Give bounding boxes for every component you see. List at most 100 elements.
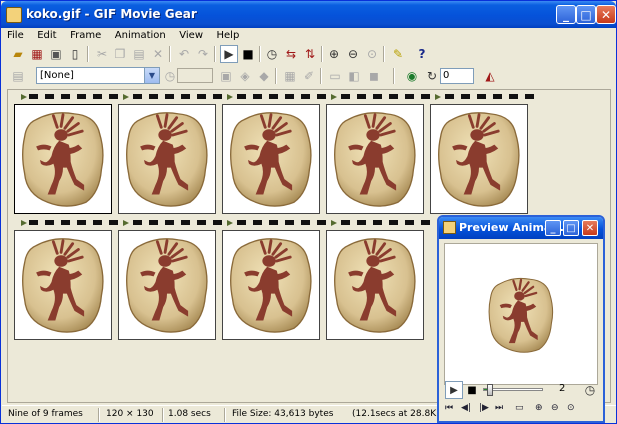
- kokopelli-image: [334, 238, 416, 333]
- preview-image: [444, 243, 598, 385]
- frame-thumbnail-4[interactable]: [326, 104, 424, 214]
- preview-stop-icon[interactable]: ■: [463, 381, 481, 399]
- frame-thumbnail-3[interactable]: [222, 104, 320, 214]
- palette-red-icon[interactable]: ◭: [481, 67, 499, 85]
- zoom-out-icon[interactable]: ⊖: [344, 45, 362, 63]
- kokopelli-image: [126, 112, 208, 207]
- frame-icon[interactable]: ▭: [326, 67, 344, 85]
- minimize-button[interactable]: _: [556, 5, 576, 24]
- preview-frame-number: 2: [559, 383, 566, 394]
- frame-thumbnail-1[interactable]: [14, 104, 112, 214]
- palette-icon[interactable]: ◆: [255, 67, 273, 85]
- slider-thumb[interactable]: [486, 384, 493, 396]
- frame-toolbar: ▤ [None] ▼ ◷ ▣ ◈ ◆ ▦ ✐ ▭ ◧ ◼ ◉ ↻ 0 ◭: [3, 65, 615, 87]
- kokopelli-image: [22, 238, 104, 333]
- status-filesize: File Size: 43,613 bytes: [232, 409, 334, 419]
- menu-view[interactable]: View: [174, 29, 208, 43]
- kokopelli-image: [438, 112, 520, 207]
- menu-animation[interactable]: Animation: [110, 29, 171, 43]
- open-icon[interactable]: ▰: [9, 45, 27, 63]
- kokopelli-image: [126, 238, 208, 333]
- status-dimensions: 120 × 130: [106, 409, 154, 419]
- main-toolbar: ▰ ▦ ▣ ▯ ✂ ❐ ▤ ✕ ↶ ↷ ▶ ■ ◷ ⇆ ⇅ ⊕ ⊖ ⊙ ✎ ?: [3, 43, 615, 65]
- prev-frame-icon[interactable]: ◀|: [461, 403, 471, 413]
- preview-zoom-fit-icon[interactable]: ⊙: [567, 403, 575, 413]
- app-icon: [6, 7, 22, 23]
- status-speed: (12.1secs at 28.8K): [352, 409, 440, 419]
- kokopelli-image: [230, 238, 312, 333]
- preview-minimize-button[interactable]: _: [545, 220, 561, 236]
- preview-controls: ▶ ■ 2 ◷: [443, 380, 601, 400]
- new-icon[interactable]: ▯: [66, 45, 84, 63]
- next-frame-icon[interactable]: |▶: [479, 403, 489, 413]
- cut-icon[interactable]: ✂: [93, 45, 111, 63]
- preview-window[interactable]: Preview Anima... _ □ ✕ ▶ ■ 2 ◷ ⏮ ◀| |▶ ⏭…: [437, 215, 605, 423]
- preview-maximize-button[interactable]: □: [563, 220, 579, 236]
- preview-zoom-out-icon[interactable]: ⊖: [551, 403, 559, 413]
- flip-icon[interactable]: ⇅: [301, 45, 319, 63]
- save-icon[interactable]: ▣: [47, 45, 65, 63]
- frame-overlay-icon[interactable]: ◧: [345, 67, 363, 85]
- copy-icon[interactable]: ❐: [111, 45, 129, 63]
- delete-icon[interactable]: ✕: [149, 45, 167, 63]
- combo-value: [None]: [40, 70, 74, 81]
- status-frames: Nine of 9 frames: [8, 409, 83, 419]
- frame-thumbnail-9[interactable]: [326, 230, 424, 340]
- play-icon[interactable]: ▶: [220, 45, 238, 63]
- menu-bar: File Edit Frame Animation View Help: [2, 28, 616, 42]
- first-frame-icon[interactable]: ⏮: [445, 403, 453, 413]
- preview-nav-bar: ⏮ ◀| |▶ ⏭ ▭ ⊕ ⊖ ⊙: [443, 401, 601, 419]
- loop-icon[interactable]: ↻: [423, 67, 441, 85]
- rotate-icon[interactable]: ◈: [236, 67, 254, 85]
- speed-timer-icon[interactable]: ◷: [581, 381, 599, 399]
- maximize-button[interactable]: □: [576, 5, 596, 24]
- preview-play-icon[interactable]: ▶: [445, 381, 463, 399]
- title-bar[interactable]: koko.gif - GIF Movie Gear _ □ ✕: [1, 1, 616, 28]
- frame-view-icon[interactable]: ▭: [515, 403, 524, 413]
- film-strip: [11, 92, 536, 102]
- window-title: koko.gif - GIF Movie Gear: [26, 7, 197, 21]
- delay-input[interactable]: [177, 68, 213, 83]
- undo-icon[interactable]: ↶: [175, 45, 193, 63]
- help-icon[interactable]: ?: [413, 45, 431, 63]
- frame-slider[interactable]: [483, 384, 543, 396]
- frame-thumbnail-5[interactable]: [430, 104, 528, 214]
- recolor-icon[interactable]: ▦: [281, 67, 299, 85]
- stop-icon[interactable]: ■: [239, 45, 257, 63]
- menu-file[interactable]: File: [2, 29, 29, 43]
- eyedropper-icon[interactable]: ✐: [300, 67, 318, 85]
- frame-thumbnail-7[interactable]: [118, 230, 216, 340]
- frame-thumbnail-6[interactable]: [14, 230, 112, 340]
- reverse-icon[interactable]: ⇆: [282, 45, 300, 63]
- paste-icon[interactable]: ▤: [130, 45, 148, 63]
- close-button[interactable]: ✕: [596, 5, 616, 24]
- preview-app-icon: [443, 221, 456, 234]
- frame-thumbnail-8[interactable]: [222, 230, 320, 340]
- frame-thumbnail-2[interactable]: [118, 104, 216, 214]
- kokopelli-image: [488, 277, 554, 353]
- frame-props-icon[interactable]: ▤: [9, 67, 27, 85]
- menu-edit[interactable]: Edit: [32, 29, 61, 43]
- status-duration: 1.08 secs: [168, 409, 211, 419]
- chevron-down-icon[interactable]: ▼: [144, 68, 159, 83]
- loop-count-input[interactable]: 0: [440, 68, 474, 84]
- preview-zoom-in-icon[interactable]: ⊕: [535, 403, 543, 413]
- save-all-icon[interactable]: ▦: [28, 45, 46, 63]
- menu-help[interactable]: Help: [212, 29, 245, 43]
- redo-icon[interactable]: ↷: [194, 45, 212, 63]
- last-frame-icon[interactable]: ⏭: [495, 403, 503, 413]
- kokopelli-image: [334, 112, 416, 207]
- timer-icon[interactable]: ◷: [263, 45, 281, 63]
- frame-fill-icon[interactable]: ◼: [365, 67, 383, 85]
- help-hint-icon[interactable]: ✎: [389, 45, 407, 63]
- preview-title-bar[interactable]: Preview Anima... _ □ ✕: [439, 217, 603, 239]
- zoom-fit-icon[interactable]: ⊙: [363, 45, 381, 63]
- zoom-in-icon[interactable]: ⊕: [325, 45, 343, 63]
- kokopelli-image: [22, 112, 104, 207]
- menu-frame[interactable]: Frame: [65, 29, 106, 43]
- frame-strip-row1: [11, 92, 536, 214]
- crop-icon[interactable]: ▣: [217, 67, 235, 85]
- preview-close-button[interactable]: ✕: [582, 220, 598, 236]
- transition-combo[interactable]: [None] ▼: [36, 67, 160, 84]
- globe-icon[interactable]: ◉: [403, 67, 421, 85]
